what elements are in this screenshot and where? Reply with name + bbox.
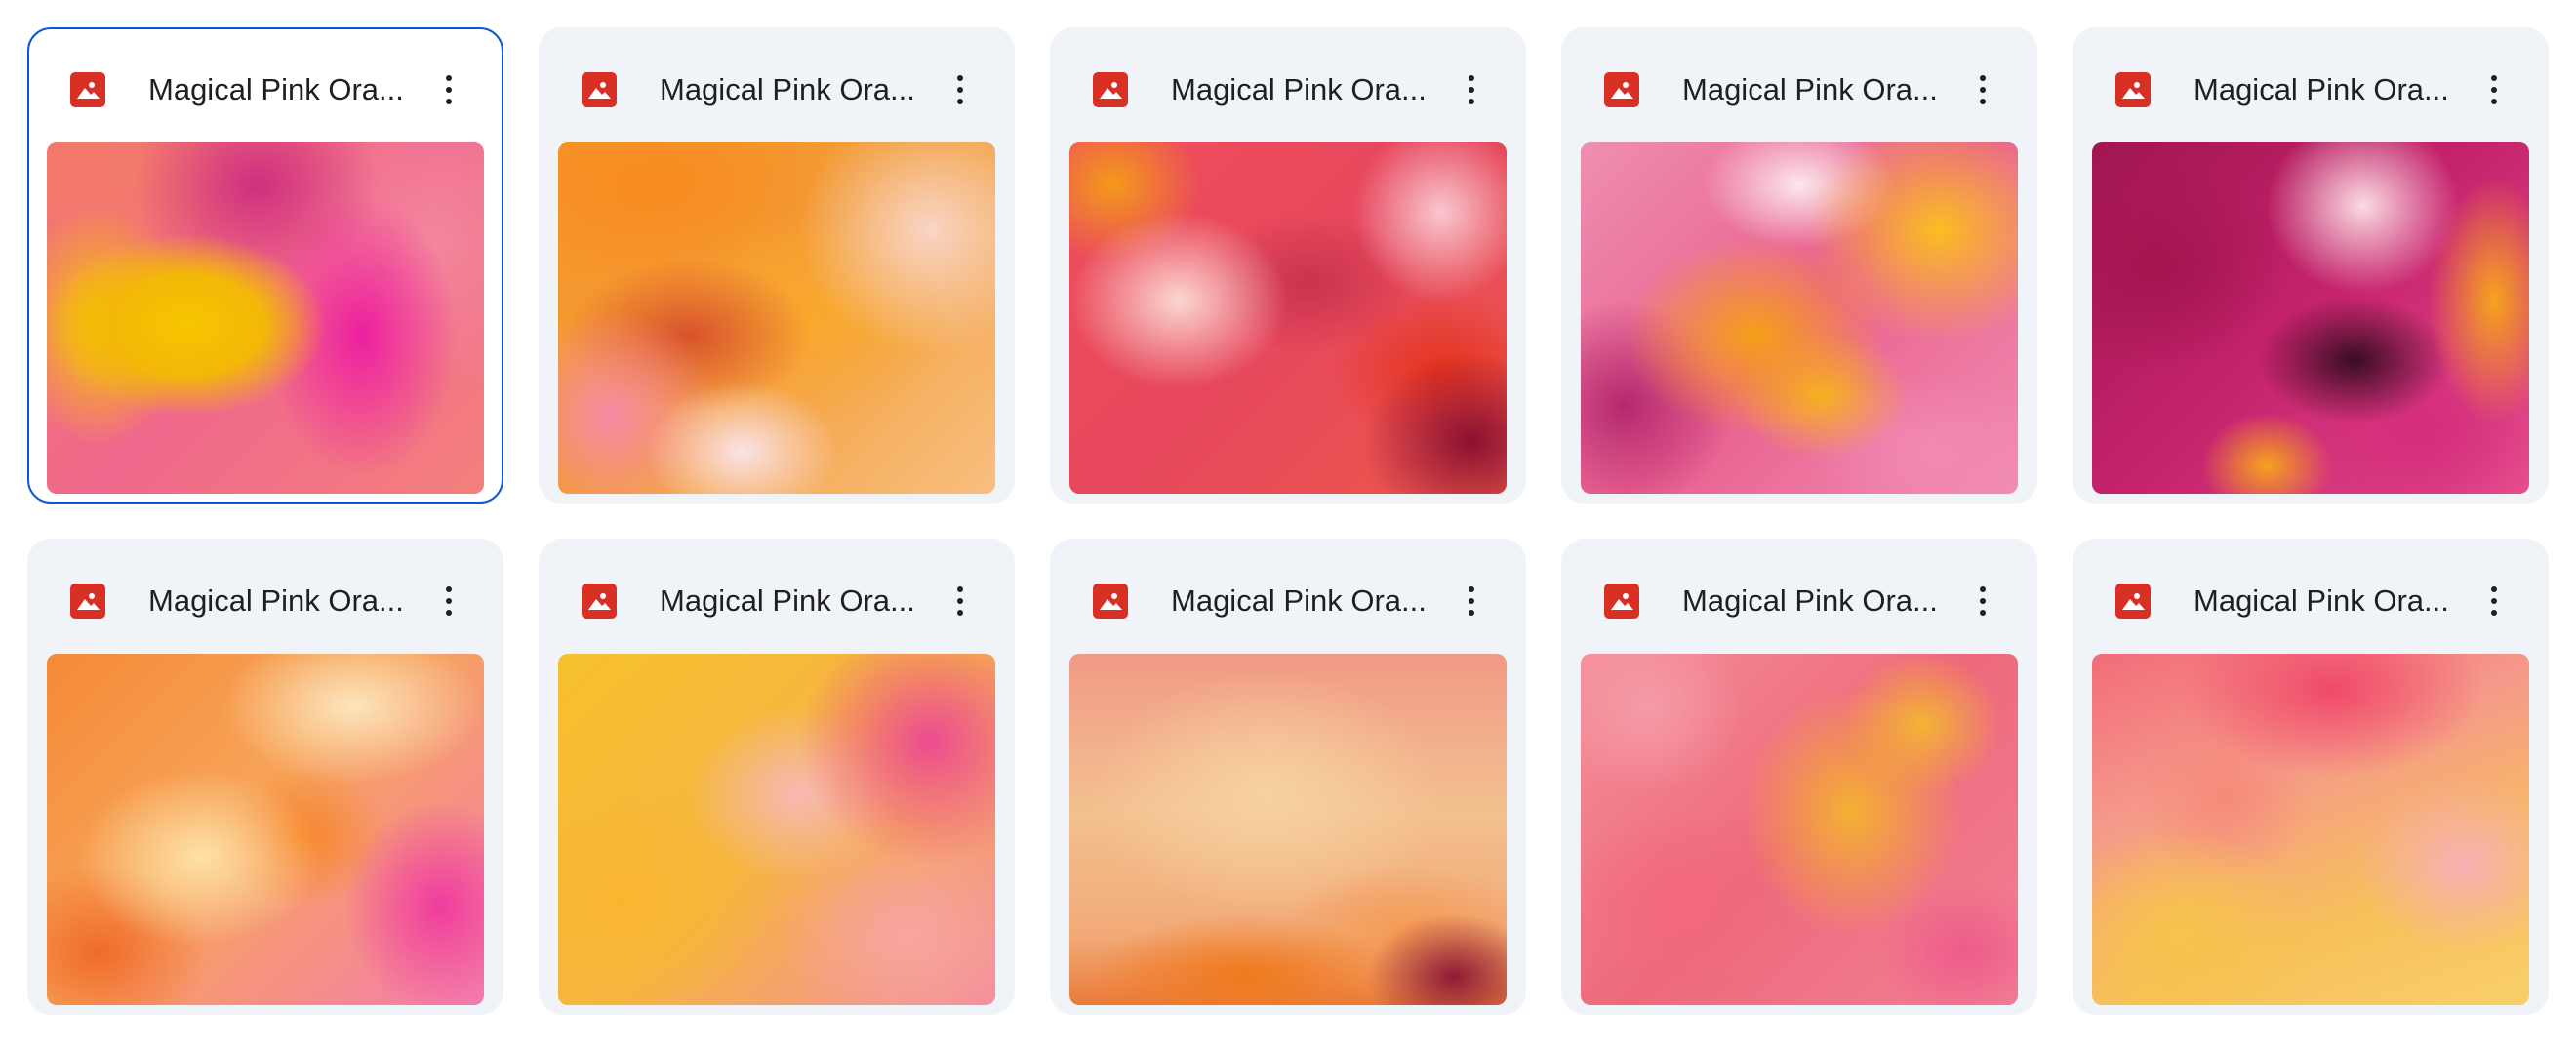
image-icon	[2115, 72, 2151, 107]
thumbnail-image[interactable]	[2092, 142, 2529, 494]
more-vert-icon	[2491, 75, 2497, 81]
file-card-header: Magical Pink Ora...	[539, 539, 1015, 644]
file-grid: Magical Pink Ora... Magical Pink Ora... …	[0, 0, 2576, 1048]
file-card-header: Magical Pink Ora...	[1561, 539, 2037, 644]
more-vert-icon	[1980, 75, 1986, 81]
image-icon	[70, 584, 105, 619]
more-vert-icon	[1980, 586, 1986, 592]
thumbnail-image[interactable]	[558, 142, 995, 494]
more-vert-icon	[2491, 586, 2497, 592]
file-card[interactable]: Magical Pink Ora...	[2073, 539, 2549, 1015]
image-icon	[1604, 584, 1639, 619]
image-icon	[582, 72, 617, 107]
image-icon	[70, 72, 105, 107]
more-actions-button[interactable]	[937, 66, 984, 113]
file-name: Magical Pink Ora...	[2194, 584, 2449, 618]
file-card[interactable]: Magical Pink Ora...	[27, 539, 503, 1015]
file-card-header: Magical Pink Ora...	[2073, 27, 2549, 133]
file-name: Magical Pink Ora...	[660, 72, 915, 106]
image-icon	[2115, 584, 2151, 619]
thumbnail-image[interactable]	[1069, 142, 1507, 494]
thumbnail-image[interactable]	[1069, 654, 1507, 1005]
file-card-header: Magical Pink Ora...	[27, 539, 503, 644]
file-name: Magical Pink Ora...	[148, 584, 404, 618]
image-icon	[1093, 72, 1128, 107]
file-name: Magical Pink Ora...	[1171, 72, 1427, 106]
more-actions-button[interactable]	[2471, 66, 2517, 113]
thumbnail-image[interactable]	[2092, 654, 2529, 1005]
more-vert-icon	[957, 75, 963, 81]
file-name: Magical Pink Ora...	[1682, 584, 1938, 618]
more-actions-button[interactable]	[1959, 66, 2006, 113]
more-vert-icon	[957, 586, 963, 592]
file-card-header: Magical Pink Ora...	[1561, 27, 2037, 133]
file-card[interactable]: Magical Pink Ora...	[1050, 27, 1526, 504]
file-name: Magical Pink Ora...	[148, 72, 404, 106]
file-card[interactable]: Magical Pink Ora...	[2073, 27, 2549, 504]
more-actions-button[interactable]	[937, 578, 984, 625]
file-card[interactable]: Magical Pink Ora...	[27, 27, 503, 504]
image-icon	[582, 584, 617, 619]
thumbnail-image[interactable]	[1581, 142, 2018, 494]
more-actions-button[interactable]	[2471, 578, 2517, 625]
image-icon	[1604, 72, 1639, 107]
more-actions-button[interactable]	[1448, 66, 1495, 113]
image-icon	[1093, 584, 1128, 619]
thumbnail-image[interactable]	[558, 654, 995, 1005]
file-card[interactable]: Magical Pink Ora...	[1561, 539, 2037, 1015]
more-vert-icon	[1469, 586, 1474, 592]
file-card[interactable]: Magical Pink Ora...	[539, 27, 1015, 504]
more-actions-button[interactable]	[1959, 578, 2006, 625]
file-name: Magical Pink Ora...	[1171, 584, 1427, 618]
thumbnail-image[interactable]	[1581, 654, 2018, 1005]
file-card[interactable]: Magical Pink Ora...	[539, 539, 1015, 1015]
more-vert-icon	[446, 586, 452, 592]
more-actions-button[interactable]	[425, 578, 472, 625]
more-vert-icon	[1469, 75, 1474, 81]
file-card-header: Magical Pink Ora...	[2073, 539, 2549, 644]
file-name: Magical Pink Ora...	[660, 584, 915, 618]
file-card-header: Magical Pink Ora...	[29, 29, 502, 135]
file-name: Magical Pink Ora...	[1682, 72, 1938, 106]
file-card[interactable]: Magical Pink Ora...	[1050, 539, 1526, 1015]
more-vert-icon	[446, 75, 452, 81]
file-name: Magical Pink Ora...	[2194, 72, 2449, 106]
more-actions-button[interactable]	[1448, 578, 1495, 625]
file-card[interactable]: Magical Pink Ora...	[1561, 27, 2037, 504]
more-actions-button[interactable]	[425, 66, 472, 113]
file-card-header: Magical Pink Ora...	[539, 27, 1015, 133]
file-card-header: Magical Pink Ora...	[1050, 539, 1526, 644]
thumbnail-image[interactable]	[47, 142, 484, 494]
file-card-header: Magical Pink Ora...	[1050, 27, 1526, 133]
thumbnail-image[interactable]	[47, 654, 484, 1005]
